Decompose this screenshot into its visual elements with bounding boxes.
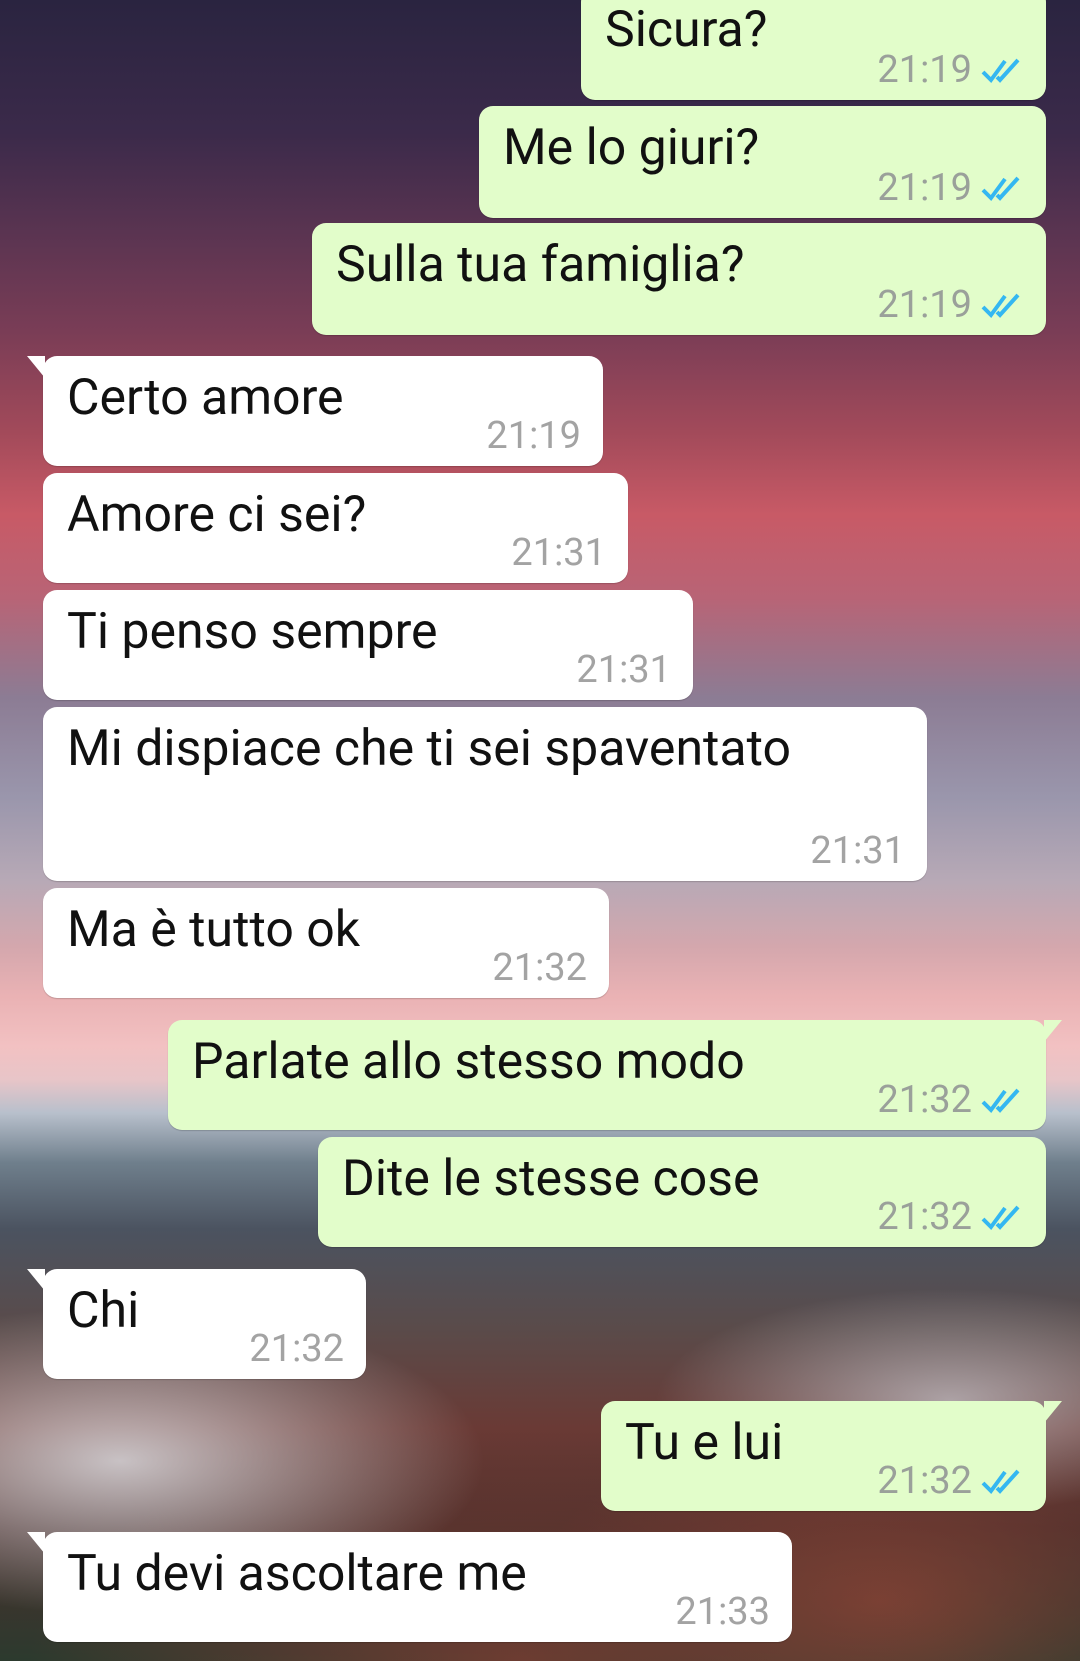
double-check-read-icon (981, 1469, 1020, 1495)
message-bubble-incoming[interactable]: Tu devi ascoltare me 21:33 (27, 1532, 792, 1642)
message-meta: 21:32 (492, 946, 587, 990)
message-text: Ti penso sempre (67, 603, 438, 661)
message-meta: 21:31 (576, 648, 671, 692)
message-text: Sicura? (605, 1, 768, 59)
message-text: Me lo giuri? (503, 119, 760, 177)
message-bubble-incoming[interactable]: Chi 21:32 (27, 1269, 366, 1379)
message-bubble-incoming[interactable]: Ti penso sempre 21:31 (43, 590, 693, 700)
message-time: 21:19 (877, 283, 972, 327)
message-bubble-incoming[interactable]: Amore ci sei? 21:31 (43, 473, 628, 583)
message-time: 21:31 (576, 648, 671, 692)
message-time: 21:31 (810, 829, 905, 873)
message-time: 21:32 (877, 1459, 972, 1503)
double-check-read-icon (981, 176, 1020, 202)
message-meta: 21:19 (877, 283, 1024, 327)
message-text: Sulla tua famiglia? (336, 236, 745, 294)
message-bubble-outgoing[interactable]: Parlate allo stesso modo 21:32 (168, 1020, 1062, 1130)
message-bubble-outgoing[interactable]: Sulla tua famiglia? 21:19 (312, 223, 1046, 335)
message-text: Amore ci sei? (67, 486, 367, 544)
message-time: 21:19 (877, 166, 972, 210)
message-time: 21:19 (877, 48, 972, 92)
message-bubble-outgoing[interactable]: Dite le stesse cose 21:32 (318, 1137, 1046, 1247)
message-meta: 21:32 (877, 1078, 1024, 1122)
message-bubble-incoming[interactable]: Mi dispiace che ti sei spaventato 21:31 (43, 707, 927, 881)
message-meta: 21:19 (486, 414, 581, 458)
message-meta: 21:31 (810, 829, 905, 873)
double-check-read-icon (981, 58, 1020, 84)
message-meta: 21:33 (675, 1590, 770, 1634)
message-time: 21:32 (877, 1078, 972, 1122)
double-check-read-icon (981, 293, 1020, 319)
double-check-read-icon (981, 1205, 1020, 1231)
message-time: 21:33 (675, 1590, 770, 1634)
message-text: Mi dispiace che ti sei spaventato (67, 720, 791, 778)
message-text: Dite le stesse cose (342, 1150, 760, 1208)
message-meta: 21:32 (877, 1195, 1024, 1239)
message-bubble-incoming[interactable]: Ma è tutto ok 21:32 (43, 888, 609, 998)
message-time: 21:19 (486, 414, 581, 458)
double-check-read-icon (981, 1088, 1020, 1114)
message-time: 21:32 (877, 1195, 972, 1239)
message-text: Certo amore (67, 369, 344, 427)
message-time: 21:32 (249, 1327, 344, 1371)
message-meta: 21:19 (877, 166, 1024, 210)
message-bubble-outgoing[interactable]: Me lo giuri? 21:19 (479, 106, 1046, 218)
message-meta: 21:32 (249, 1327, 344, 1371)
message-bubble-outgoing[interactable]: Sicura? 21:19 (581, 0, 1046, 100)
message-time: 21:31 (511, 531, 606, 575)
message-time: 21:32 (492, 946, 587, 990)
message-meta: 21:31 (511, 531, 606, 575)
message-text: Parlate allo stesso modo (192, 1033, 745, 1091)
message-meta: 21:19 (877, 48, 1024, 92)
message-bubble-outgoing[interactable]: Tu e lui 21:32 (601, 1401, 1062, 1511)
message-meta: 21:32 (877, 1459, 1024, 1503)
message-bubble-incoming[interactable]: Certo amore 21:19 (27, 356, 603, 466)
message-text: Chi (67, 1282, 140, 1340)
message-text: Tu devi ascoltare me (67, 1545, 527, 1603)
message-text: Ma è tutto ok (67, 901, 361, 959)
message-text: Tu e lui (625, 1414, 784, 1472)
chat-area[interactable]: Sicura? 21:19 Me lo giuri? 21:19 Sulla t… (0, 0, 1080, 1661)
